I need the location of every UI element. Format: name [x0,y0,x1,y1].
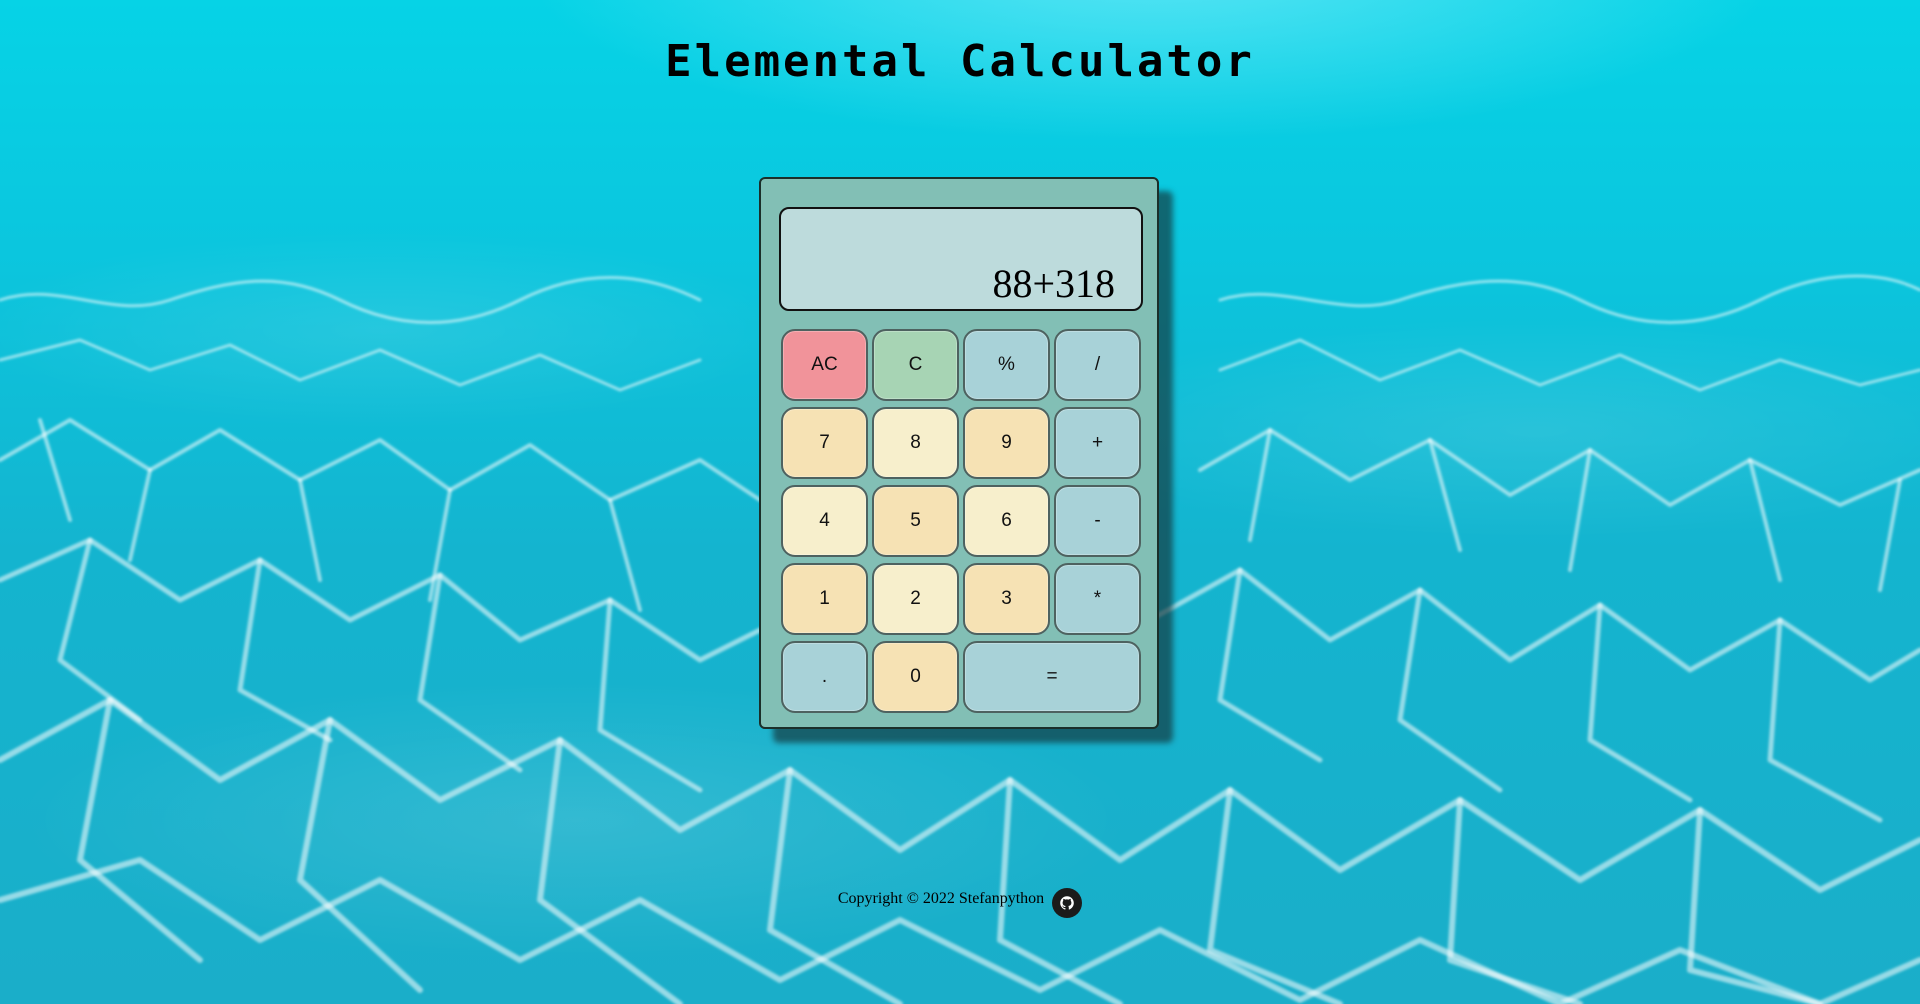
add-button[interactable]: + [1054,407,1141,479]
multiply-button[interactable]: * [1054,563,1141,635]
digit-7-button[interactable]: 7 [781,407,868,479]
github-icon-glyph [1060,896,1074,910]
digit-0-button[interactable]: 0 [872,641,959,713]
digit-3-button[interactable]: 3 [963,563,1050,635]
calculator: 88+318 AC C%/ 7 8 9 +4 5 6- 1 2 3 *. 0 = [759,177,1159,729]
github-icon[interactable] [1052,888,1083,918]
digit-9-button[interactable]: 9 [963,407,1050,479]
digit-6-button[interactable]: 6 [963,485,1050,557]
digit-1-button[interactable]: 1 [781,563,868,635]
digit-8-button[interactable]: 8 [872,407,959,479]
digit-4-button[interactable]: 4 [781,485,868,557]
equals-button[interactable]: = [963,641,1141,713]
keypad: AC C%/ 7 8 9 +4 5 6- 1 2 3 *. 0 = [781,329,1141,713]
calculator-display: 88+318 [779,207,1143,311]
display-value: 88+318 [992,261,1115,306]
decimal-button[interactable]: . [781,641,868,713]
clear-button[interactable]: C [872,329,959,401]
copyright-text: Copyright © 2022 Stefanpython [837,890,1045,907]
digit-5-button[interactable]: 5 [872,485,959,557]
digit-2-button[interactable]: 2 [872,563,959,635]
subtract-button[interactable]: - [1054,485,1141,557]
all-clear-button[interactable]: AC [781,329,868,401]
footer: Copyright © 2022 Stefanpython [0,888,1920,918]
percent-button[interactable]: % [963,329,1050,401]
divide-button[interactable]: / [1054,329,1141,401]
page-title: Elemental Calculator [665,36,1255,87]
